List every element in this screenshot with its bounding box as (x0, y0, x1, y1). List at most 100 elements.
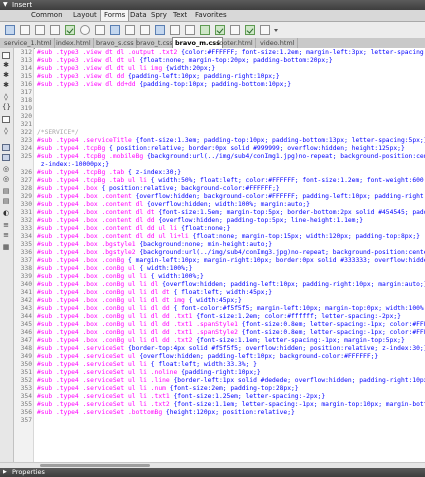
doc-tab-index-html[interactable]: index.html (54, 38, 94, 48)
code-line[interactable]: #sub .type4 .box .content dl dd {overflo… (37, 217, 363, 225)
line-number[interactable]: 328 (14, 185, 32, 193)
insert-tab-data[interactable]: Data (127, 10, 150, 21)
line-number[interactable]: 312 (14, 49, 32, 57)
button-icon[interactable] (170, 25, 180, 35)
code-line[interactable]: #sub .type4 .box .conBg ul li dl dt img … (37, 297, 242, 305)
line-number[interactable]: 347 (14, 337, 32, 345)
insert-tab-common[interactable]: Common (28, 10, 66, 21)
outdent-code-icon[interactable]: ≡ (2, 232, 10, 239)
checkbox-icon[interactable] (65, 25, 75, 35)
insert-tab-text[interactable]: Text (170, 10, 190, 21)
form-icon[interactable] (5, 25, 15, 35)
code-line[interactable]: #sub .type4 .serviceSet ul li .txt1 {fon… (37, 393, 325, 401)
hidden-field-icon[interactable] (35, 25, 45, 35)
line-number[interactable]: 340 (14, 281, 32, 289)
code-line[interactable]: z-index:-10000px;} (37, 161, 109, 169)
code-line[interactable]: #sub .type4 .box .content dl dd ul li {f… (37, 225, 230, 233)
spry-validation-text-icon[interactable] (215, 25, 225, 35)
doc-tab-bravo-t-css[interactable]: bravo_t.css (134, 38, 176, 48)
line-number[interactable]: 357 (14, 417, 32, 425)
line-number[interactable]: 348 (14, 345, 32, 353)
line-number[interactable]: 331 (14, 209, 32, 217)
indent-code-icon[interactable]: ≡ (2, 222, 10, 229)
line-number[interactable]: 339 (14, 273, 32, 281)
code-line[interactable]: #sub .type4 .box .conBg ul li dl dd .txt… (37, 329, 425, 337)
balance-braces-icon[interactable]: {} (2, 104, 11, 111)
line-number[interactable]: 355 (14, 401, 32, 409)
line-number[interactable]: 317 (14, 89, 32, 97)
spry-validation-checkbox-icon[interactable] (245, 25, 255, 35)
textarea-icon[interactable] (50, 25, 60, 35)
line-number[interactable]: 334 (14, 233, 32, 241)
code-line[interactable]: #sub .type4 .box .conBg ul li dl {overfl… (37, 281, 425, 289)
insert-panel-header[interactable]: ▼ Insert (0, 0, 425, 10)
line-number[interactable]: 316 (14, 81, 32, 89)
code-line[interactable]: #sub .type4 .box .conBg ul li dl dd .txt… (37, 321, 425, 329)
line-number[interactable]: 346 (14, 329, 32, 337)
code-line[interactable]: #sub .type4 .tcpBg { position:relative; … (37, 145, 405, 153)
collapse-selection-icon[interactable]: ✱ (2, 72, 10, 79)
remove-comment-icon[interactable]: ◎ (2, 176, 10, 183)
insert-tab-spry[interactable]: Spry (148, 10, 170, 21)
text-field-icon[interactable] (20, 25, 30, 35)
code-line[interactable]: #sub .type4 .box .conBg { margin-left:10… (37, 257, 425, 265)
code-line[interactable]: #sub .type4 .tcpBg .tab { z-index:30;} (37, 169, 181, 177)
code-line[interactable]: #sub .type3 .view dl dt ul li img {width… (37, 65, 215, 73)
list-menu-icon[interactable] (110, 25, 120, 35)
code-line[interactable]: #sub .type4 .box .bgstyle2 {background:u… (37, 249, 425, 257)
code-line[interactable] (37, 113, 41, 121)
line-number[interactable]: 333 (14, 225, 32, 233)
code-line[interactable]: #sub .type3 .view dl dd {padding-left:10… (37, 73, 280, 81)
insert-tab-favorites[interactable]: Favorites (192, 10, 230, 21)
image-field-icon[interactable] (140, 25, 150, 35)
code-line[interactable]: #sub .type4 .serviceSet ul li .num {font… (37, 385, 299, 393)
file-field-icon[interactable] (155, 25, 165, 35)
line-number[interactable] (14, 161, 32, 169)
word-wrap-icon[interactable] (2, 154, 10, 161)
line-number[interactable]: 319 (14, 105, 32, 113)
label-icon[interactable] (185, 25, 195, 35)
line-number[interactable]: 353 (14, 385, 32, 393)
line-numbers-icon[interactable] (2, 116, 10, 123)
expand-triangle-icon[interactable]: ▶ (3, 468, 7, 477)
code-line[interactable]: #sub .type4 .box .content dl {overflow:h… (37, 201, 310, 209)
highlight-invalid-code-icon[interactable]: ◊ (2, 128, 10, 135)
line-number[interactable]: 344 (14, 313, 32, 321)
radio-group-icon[interactable] (95, 25, 105, 35)
line-number[interactable]: 324 (14, 145, 32, 153)
code-line[interactable]: #sub .type4 .serviceSet ul li .noline {p… (37, 369, 261, 377)
line-number[interactable]: 354 (14, 393, 32, 401)
code-line[interactable]: #sub .type4 .box .conBg ul li dl dd .txt… (37, 337, 405, 345)
code-line[interactable] (37, 417, 41, 425)
line-number[interactable]: 326 (14, 169, 32, 177)
line-number[interactable]: 325 (14, 153, 32, 161)
collapse-triangle-icon[interactable]: ▼ (3, 0, 8, 10)
code-line[interactable]: #sub .type4 .box .content dl dt {font-si… (37, 209, 425, 217)
line-number[interactable]: 327 (14, 177, 32, 185)
line-number[interactable]: 323 (14, 137, 32, 145)
open-documents-icon[interactable] (2, 52, 10, 59)
line-number[interactable]: 350 (14, 361, 32, 369)
line-number[interactable]: 335 (14, 241, 32, 249)
scrollbar-thumb[interactable] (40, 464, 150, 467)
spry-validation-textarea-icon[interactable] (230, 25, 240, 35)
line-number[interactable]: 349 (14, 353, 32, 361)
code-line[interactable]: #sub .type4 .serviceSet ul li .txt2 {fon… (37, 401, 425, 409)
fieldset-icon[interactable] (200, 25, 210, 35)
code-line[interactable]: #sub .type4 .tcpBg .tab ul li { width:50… (37, 177, 425, 185)
doc-tab-service-1-html[interactable]: service_1.html (2, 38, 55, 48)
line-number[interactable]: 356 (14, 409, 32, 417)
line-number[interactable]: 352 (14, 377, 32, 385)
move-css-icon[interactable]: ◐ (2, 210, 10, 217)
line-number[interactable]: 314 (14, 65, 32, 73)
line-number[interactable]: 338 (14, 265, 32, 273)
spry-validation-select-icon[interactable] (260, 25, 270, 35)
line-number[interactable]: 351 (14, 369, 32, 377)
line-number[interactable]: 343 (14, 305, 32, 313)
line-number[interactable]: 318 (14, 97, 32, 105)
code-line[interactable]: #sub .type3 .view dl dd+dd {padding-top:… (37, 81, 291, 89)
select-parent-tag-icon[interactable]: ◊ (2, 94, 10, 101)
expand-all-icon[interactable]: ✱ (2, 82, 10, 89)
doc-tab-bravo-s-css[interactable]: bravo_s.css (94, 38, 137, 48)
code-line[interactable]: #sub .type4 .box { position:relative; ba… (37, 185, 280, 193)
